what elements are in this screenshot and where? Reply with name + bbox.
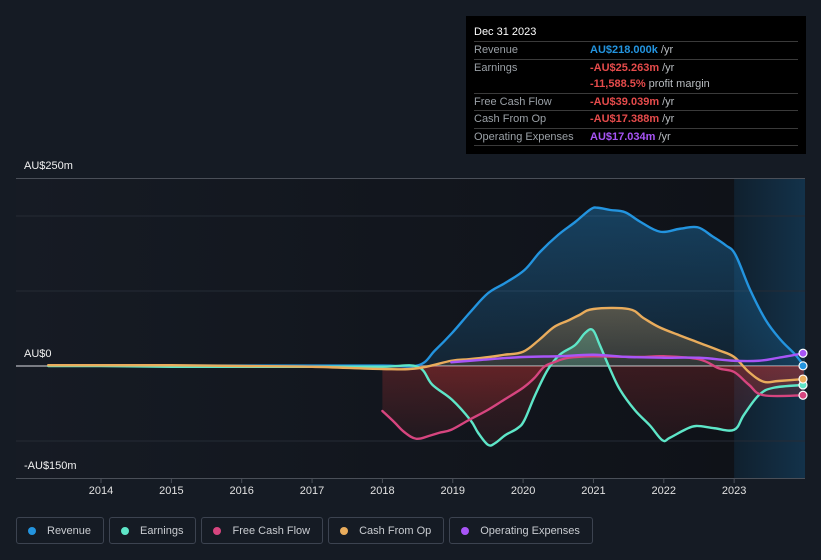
x-tick-label: 2021 xyxy=(581,485,606,497)
legend-dot-icon xyxy=(340,526,349,535)
x-tick-label: 2017 xyxy=(299,485,325,497)
tooltip-row-free-cash-flow: Free Cash Flow -AU$39.039m /yr xyxy=(474,94,798,111)
free-cash-flow-end-point xyxy=(798,390,808,400)
tooltip-row-revenue: Revenue AU$218.000k /yr xyxy=(474,42,798,60)
x-tick-label: 2016 xyxy=(229,485,254,497)
legend-item-operating-expenses[interactable]: Operating Expenses xyxy=(449,517,593,544)
x-tick-label: 2018 xyxy=(370,485,395,497)
legend: Revenue Earnings Free Cash Flow Cash Fro… xyxy=(16,517,593,544)
tooltip-unit: /yr xyxy=(662,95,675,108)
x-tick-label: 2015 xyxy=(159,485,184,497)
legend-dot-icon xyxy=(461,526,470,535)
tooltip-row-operating-expenses: Operating Expenses AU$17.034m /yr xyxy=(474,129,798,146)
tooltip-row-profit-margin: -11,588.5% profit margin xyxy=(474,76,798,94)
x-tick-label: 2020 xyxy=(510,485,536,497)
tooltip: Dec 31 2023 Revenue AU$218.000k /yr Earn… xyxy=(466,16,806,154)
tooltip-unit: /yr xyxy=(660,44,674,56)
tooltip-unit: /yr xyxy=(662,113,675,125)
legend-label: Cash From Op xyxy=(359,524,432,537)
tooltip-unit: profit margin xyxy=(648,78,710,90)
legend-label: Operating Expenses xyxy=(480,524,580,537)
tooltip-value: -AU$39.039m xyxy=(590,95,660,108)
tooltip-value: -AU$17.388m xyxy=(590,113,660,125)
legend-dot-icon xyxy=(28,526,36,535)
legend-dot-icon xyxy=(121,526,130,535)
operating-expenses-end-point xyxy=(798,348,808,358)
legend-item-free-cash-flow[interactable]: Free Cash Flow xyxy=(201,517,324,544)
tooltip-label xyxy=(474,76,590,93)
x-tick-label: 2023 xyxy=(721,485,747,497)
tooltip-value: -AU$25.263m xyxy=(590,61,660,74)
legend-label: Free Cash Flow xyxy=(232,524,311,537)
tooltip-label: Cash From Op xyxy=(474,113,547,125)
legend-label: Revenue xyxy=(47,524,92,537)
x-tick-label: 2014 xyxy=(88,485,114,497)
y-tick-label: -AU$150m xyxy=(24,460,77,472)
y-tick-label: AU$0 xyxy=(24,348,52,360)
legend-dot-icon xyxy=(213,526,222,535)
legend-item-earnings[interactable]: Earnings xyxy=(109,517,197,544)
legend-label: Earnings xyxy=(140,524,184,537)
tooltip-label: Earnings xyxy=(474,61,518,74)
legend-item-revenue[interactable]: Revenue xyxy=(16,517,105,544)
tooltip-unit: /yr xyxy=(662,61,675,74)
tooltip-value: AU$218.000k xyxy=(590,44,658,56)
cash-from-op-end-point xyxy=(798,374,808,384)
x-tick-label: 2022 xyxy=(651,485,677,497)
tooltip-date: Dec 31 2023 xyxy=(474,24,798,42)
tooltip-label: Free Cash Flow xyxy=(474,95,552,108)
legend-item-cash-from-op[interactable]: Cash From Op xyxy=(328,517,445,544)
tooltip-row-cash-from-op: Cash From Op -AU$17.388m /yr xyxy=(474,111,798,129)
tooltip-unit: /yr xyxy=(658,130,671,143)
tooltip-value: AU$17.034m xyxy=(590,130,656,143)
y-tick-label: AU$250m xyxy=(24,160,73,172)
x-tick-label: 2019 xyxy=(440,485,465,497)
tooltip-row-earnings: Earnings -AU$25.263m /yr xyxy=(474,60,798,77)
tooltip-label: Operating Expenses xyxy=(474,130,574,143)
tooltip-label: Revenue xyxy=(474,44,519,56)
tooltip-value: -11,588.5% xyxy=(590,78,646,90)
revenue-end-point xyxy=(798,361,808,371)
